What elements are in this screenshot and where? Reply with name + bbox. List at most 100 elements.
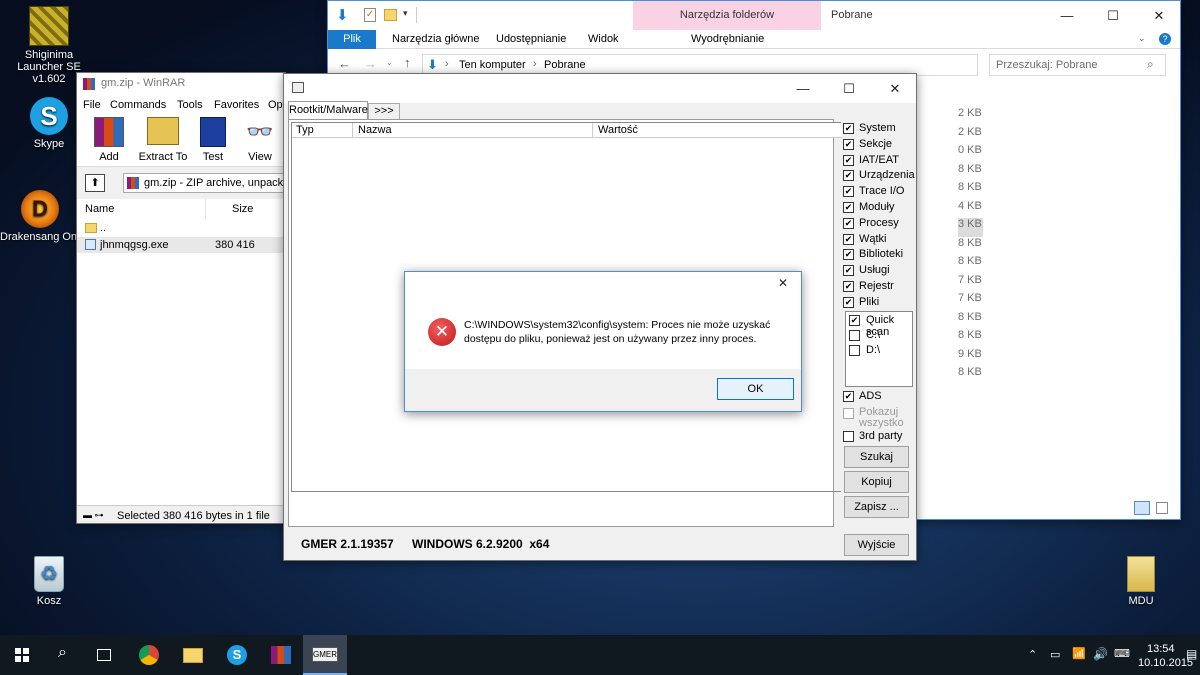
test-button[interactable]: Test	[193, 117, 233, 163]
checkbox[interactable]	[843, 170, 854, 182]
save-button[interactable]: Zapisz ...	[844, 496, 909, 518]
close-button[interactable]: ✕	[765, 272, 801, 294]
option-watki[interactable]: Wątki	[843, 233, 915, 249]
exit-button[interactable]: Wyjście	[844, 534, 909, 556]
recent-dropdown-icon[interactable]: ⌄	[386, 58, 393, 67]
option-pliki[interactable]: Pliki	[843, 296, 915, 312]
maximize-button[interactable]: ☐	[1090, 1, 1136, 30]
checkbox[interactable]	[843, 233, 854, 245]
option-show-all[interactable]: Pokazuj wszystko	[843, 407, 915, 429]
checkbox[interactable]	[843, 123, 854, 134]
checkbox[interactable]	[849, 330, 860, 341]
view-button[interactable]: 👓 View	[239, 117, 281, 163]
tab-more[interactable]: >>>	[368, 103, 400, 119]
tab-home[interactable]: Narzędzia główne	[392, 33, 479, 45]
drive-quick-scan[interactable]: Quick scan	[849, 314, 912, 338]
maximize-button[interactable]: ☐	[826, 74, 872, 103]
minimize-button[interactable]: —	[1044, 1, 1090, 30]
details-view-icon[interactable]	[1134, 501, 1150, 515]
option-rejestr[interactable]: Rejestr	[843, 280, 915, 296]
notification-icon[interactable]: ▭	[1050, 648, 1060, 661]
checkbox[interactable]	[843, 408, 854, 419]
option-ads[interactable]: ADS	[843, 390, 882, 405]
breadcrumb-downloads[interactable]: Pobrane	[544, 59, 586, 71]
option-3rd-party[interactable]: 3rd party	[843, 430, 902, 445]
menu-favorites[interactable]: Favorites	[214, 99, 259, 111]
option-biblioteki[interactable]: Biblioteki	[843, 248, 915, 264]
desktop-icon-mdu[interactable]: MDU	[1101, 556, 1181, 607]
checkbox[interactable]	[843, 154, 854, 166]
column-nazwa[interactable]: Nazwa	[358, 124, 392, 136]
tab-rootkit-malware[interactable]: Rootkit/Malware	[288, 101, 368, 119]
menu-file[interactable]: File	[83, 99, 101, 111]
up-folder-icon[interactable]: ⬆	[85, 174, 105, 192]
archive-path-field[interactable]: gm.zip - ZIP archive, unpacke	[123, 173, 285, 193]
option-trace-io[interactable]: Trace I/O	[843, 185, 915, 201]
tab-view[interactable]: Widok	[588, 33, 619, 45]
checkbox[interactable]	[843, 201, 854, 213]
add-button[interactable]: Add	[87, 117, 131, 163]
tiles-view-icon[interactable]	[1156, 502, 1168, 514]
tray-overflow-icon[interactable]: ⌃	[1028, 648, 1037, 661]
action-center-icon[interactable]: ▤	[1186, 647, 1197, 661]
desktop-icon-recycle-bin[interactable]: ♻ Kosz	[9, 556, 89, 607]
language-icon[interactable]: ⌨	[1114, 647, 1130, 660]
checkbox[interactable]	[849, 345, 860, 356]
option-sekcje[interactable]: Sekcje	[843, 138, 915, 154]
ribbon-expand-icon[interactable]: ⌄	[1138, 33, 1146, 44]
extract-to-button[interactable]: Extract To	[135, 117, 191, 163]
checkbox[interactable]	[843, 280, 854, 292]
back-arrow-icon[interactable]: ←	[338, 56, 351, 71]
close-button[interactable]: ✕	[872, 74, 916, 103]
search-icon[interactable]: ⌕	[1147, 57, 1154, 72]
tab-share[interactable]: Udostępnianie	[496, 33, 566, 45]
checkbox[interactable]	[843, 186, 854, 198]
checkbox[interactable]	[843, 249, 854, 261]
checkbox[interactable]	[843, 431, 854, 442]
column-wartosc[interactable]: Wartość	[598, 124, 638, 136]
drive-d[interactable]: D:\	[849, 344, 912, 359]
menu-tools[interactable]: Tools	[177, 99, 203, 111]
clock-time[interactable]: 13:54	[1147, 643, 1175, 655]
column-size[interactable]: Size	[232, 203, 253, 215]
drive-list[interactable]: Quick scan C:\ D:\	[845, 311, 913, 387]
menu-commands[interactable]: Commands	[110, 99, 166, 111]
option-procesy[interactable]: Procesy	[843, 217, 915, 233]
checkbox[interactable]	[843, 265, 854, 277]
option-uslugi[interactable]: Usługi	[843, 264, 915, 280]
help-icon[interactable]: ?	[1159, 33, 1171, 45]
checkbox[interactable]	[843, 217, 854, 229]
volume-icon[interactable]: 🔊	[1093, 647, 1108, 661]
search-input[interactable]: Przeszukaj: Pobrane ⌕	[989, 54, 1166, 76]
option-iat-eat[interactable]: IAT/EAT	[843, 154, 915, 170]
checkbox[interactable]	[843, 138, 854, 150]
minimize-button[interactable]: —	[780, 74, 826, 103]
task-view-button[interactable]	[83, 635, 127, 675]
properties-icon[interactable]: ✓	[364, 8, 376, 22]
taskbar-gmer[interactable]: GMER	[303, 635, 347, 675]
forward-arrow-icon[interactable]: →	[364, 56, 377, 71]
close-button[interactable]: ✕	[1136, 1, 1180, 30]
option-moduly[interactable]: Moduły	[843, 201, 915, 217]
column-typ[interactable]: Typ	[296, 124, 314, 136]
taskbar-chrome[interactable]	[127, 635, 171, 675]
up-arrow-icon[interactable]: ↑	[404, 55, 411, 70]
download-arrow-icon[interactable]: ⬇	[336, 6, 349, 24]
taskbar-skype[interactable]: S	[215, 635, 259, 675]
ok-button[interactable]: OK	[717, 378, 794, 400]
new-folder-icon[interactable]	[384, 9, 397, 21]
option-system[interactable]: System	[843, 122, 915, 138]
column-name[interactable]: Name	[85, 203, 114, 215]
copy-button[interactable]: Kopiuj	[844, 471, 909, 493]
scan-button[interactable]: Szukaj	[844, 446, 909, 468]
clock-date[interactable]: 10.10.2015	[1138, 657, 1193, 669]
search-button[interactable]: ⌕	[44, 635, 88, 675]
tab-file[interactable]: Plik	[328, 30, 376, 49]
quick-access-dropdown-icon[interactable]: ▾	[403, 8, 408, 19]
list-item[interactable]: jhnmqgsg.exe 380 416	[77, 237, 285, 253]
breadcrumb-this-pc[interactable]: Ten komputer	[459, 59, 526, 71]
option-urzadzenia[interactable]: Urządzenia	[843, 169, 915, 185]
tab-extract[interactable]: Wyodrębnianie	[691, 33, 764, 45]
checkbox[interactable]	[843, 391, 854, 402]
taskbar-winrar[interactable]	[259, 635, 303, 675]
